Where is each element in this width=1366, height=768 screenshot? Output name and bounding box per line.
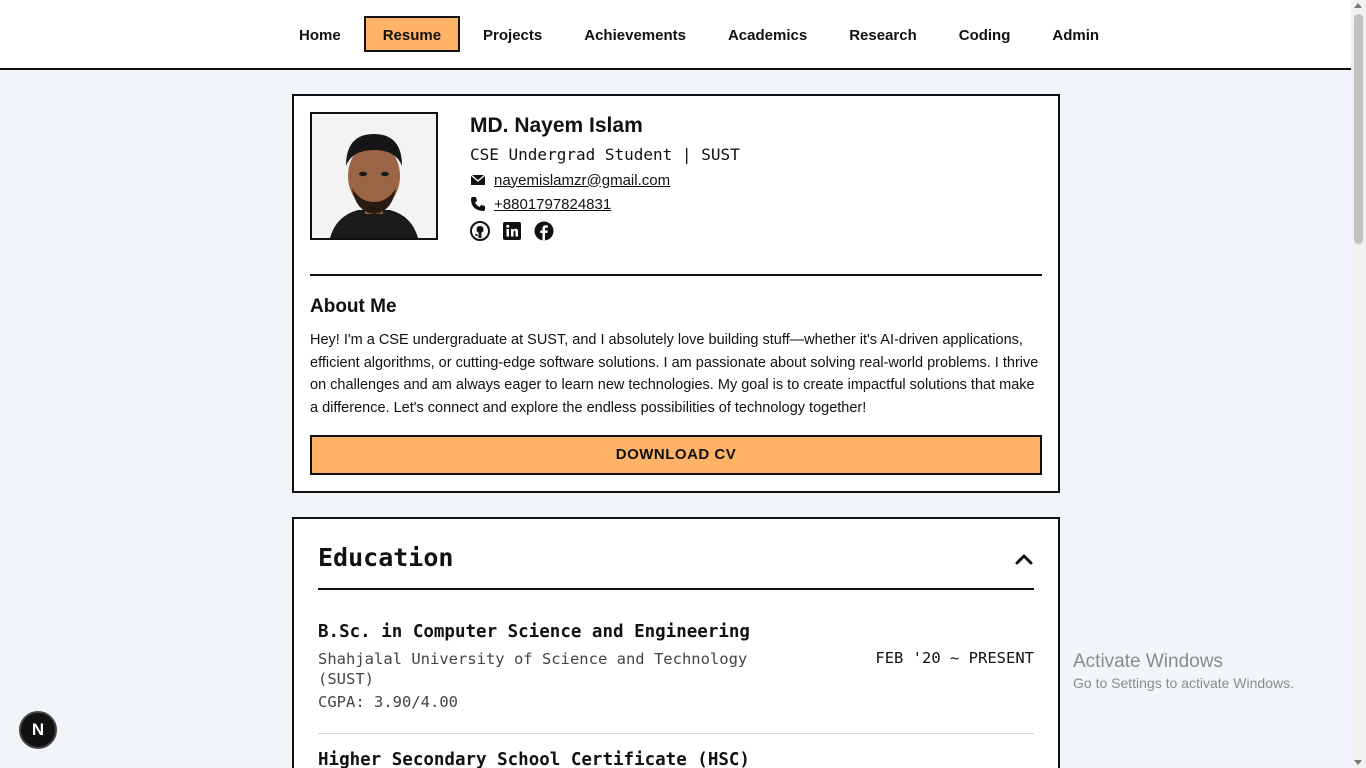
about-text: Hey! I'm a CSE undergraduate at SUST, an… xyxy=(310,332,1039,417)
mail-icon xyxy=(470,174,486,185)
profile-card: MD. Nayem Islam CSE Undergrad Student | … xyxy=(292,94,1060,493)
profile-name: MD. Nayem Islam xyxy=(470,114,643,137)
top-navbar: Home Resume Projects Achievements Academ… xyxy=(0,0,1351,70)
github-icon[interactable] xyxy=(470,221,490,241)
page-scrollbar[interactable] xyxy=(1351,0,1366,768)
profile-divider xyxy=(310,274,1042,276)
linkedin-icon[interactable] xyxy=(502,221,522,241)
nav-item-admin[interactable]: Admin xyxy=(1033,16,1118,52)
email-row: nayemislamzr@gmail.com xyxy=(470,172,740,189)
school-name: Shahjalal University of Science and Tech… xyxy=(318,650,748,688)
degree-title: B.Sc. in Computer Science and Engineerin… xyxy=(318,622,750,642)
watermark-title: Activate Windows xyxy=(1073,651,1223,672)
study-period: FEB '20 ~ PRESENT xyxy=(875,649,1034,667)
nav-item-projects[interactable]: Projects xyxy=(464,16,561,52)
chevron-up-icon[interactable] xyxy=(1014,549,1034,569)
about-title: About Me xyxy=(310,296,397,317)
nextjs-dev-badge[interactable]: N xyxy=(19,711,57,749)
nav-item-coding[interactable]: Coding xyxy=(940,16,1030,52)
download-cv-button[interactable]: DOWNLOAD CV xyxy=(310,435,1042,475)
cgpa-value: CGPA: 3.90/4.00 xyxy=(318,693,458,711)
nav-menu: Home Resume Projects Achievements Academ… xyxy=(280,16,1122,52)
watermark-subtitle: Go to Settings to activate Windows. xyxy=(1073,675,1294,691)
scroll-up-arrow-icon[interactable] xyxy=(1354,3,1362,8)
degree-title: Higher Secondary School Certificate (HSC… xyxy=(318,750,750,768)
education-divider xyxy=(318,588,1034,590)
nav-item-research[interactable]: Research xyxy=(830,16,936,52)
email-link[interactable]: nayemislamzr@gmail.com xyxy=(494,172,670,189)
facebook-icon[interactable] xyxy=(534,221,554,241)
phone-link[interactable]: +8801797824831 xyxy=(494,196,611,213)
avatar xyxy=(310,112,438,240)
phone-icon xyxy=(471,197,485,211)
windows-activation-watermark: Activate Windows Go to Settings to activ… xyxy=(1073,651,1294,691)
education-card: Education B.Sc. in Computer Science and … xyxy=(292,517,1060,768)
nav-item-resume[interactable]: Resume xyxy=(363,16,461,52)
nav-item-home[interactable]: Home xyxy=(280,16,360,52)
nav-item-academics[interactable]: Academics xyxy=(709,16,826,52)
scroll-thumb[interactable] xyxy=(1354,14,1363,244)
entry-separator xyxy=(318,733,1034,734)
nav-item-achievements[interactable]: Achievements xyxy=(565,16,705,52)
scroll-down-arrow-icon[interactable] xyxy=(1354,760,1362,765)
phone-row: +8801797824831 xyxy=(470,196,740,213)
profile-info: MD. Nayem Islam CSE Undergrad Student | … xyxy=(470,114,740,241)
education-title: Education xyxy=(318,543,454,572)
profile-tagline: CSE Undergrad Student | SUST xyxy=(470,145,740,164)
social-links xyxy=(470,221,740,241)
profile-photo xyxy=(312,114,436,238)
